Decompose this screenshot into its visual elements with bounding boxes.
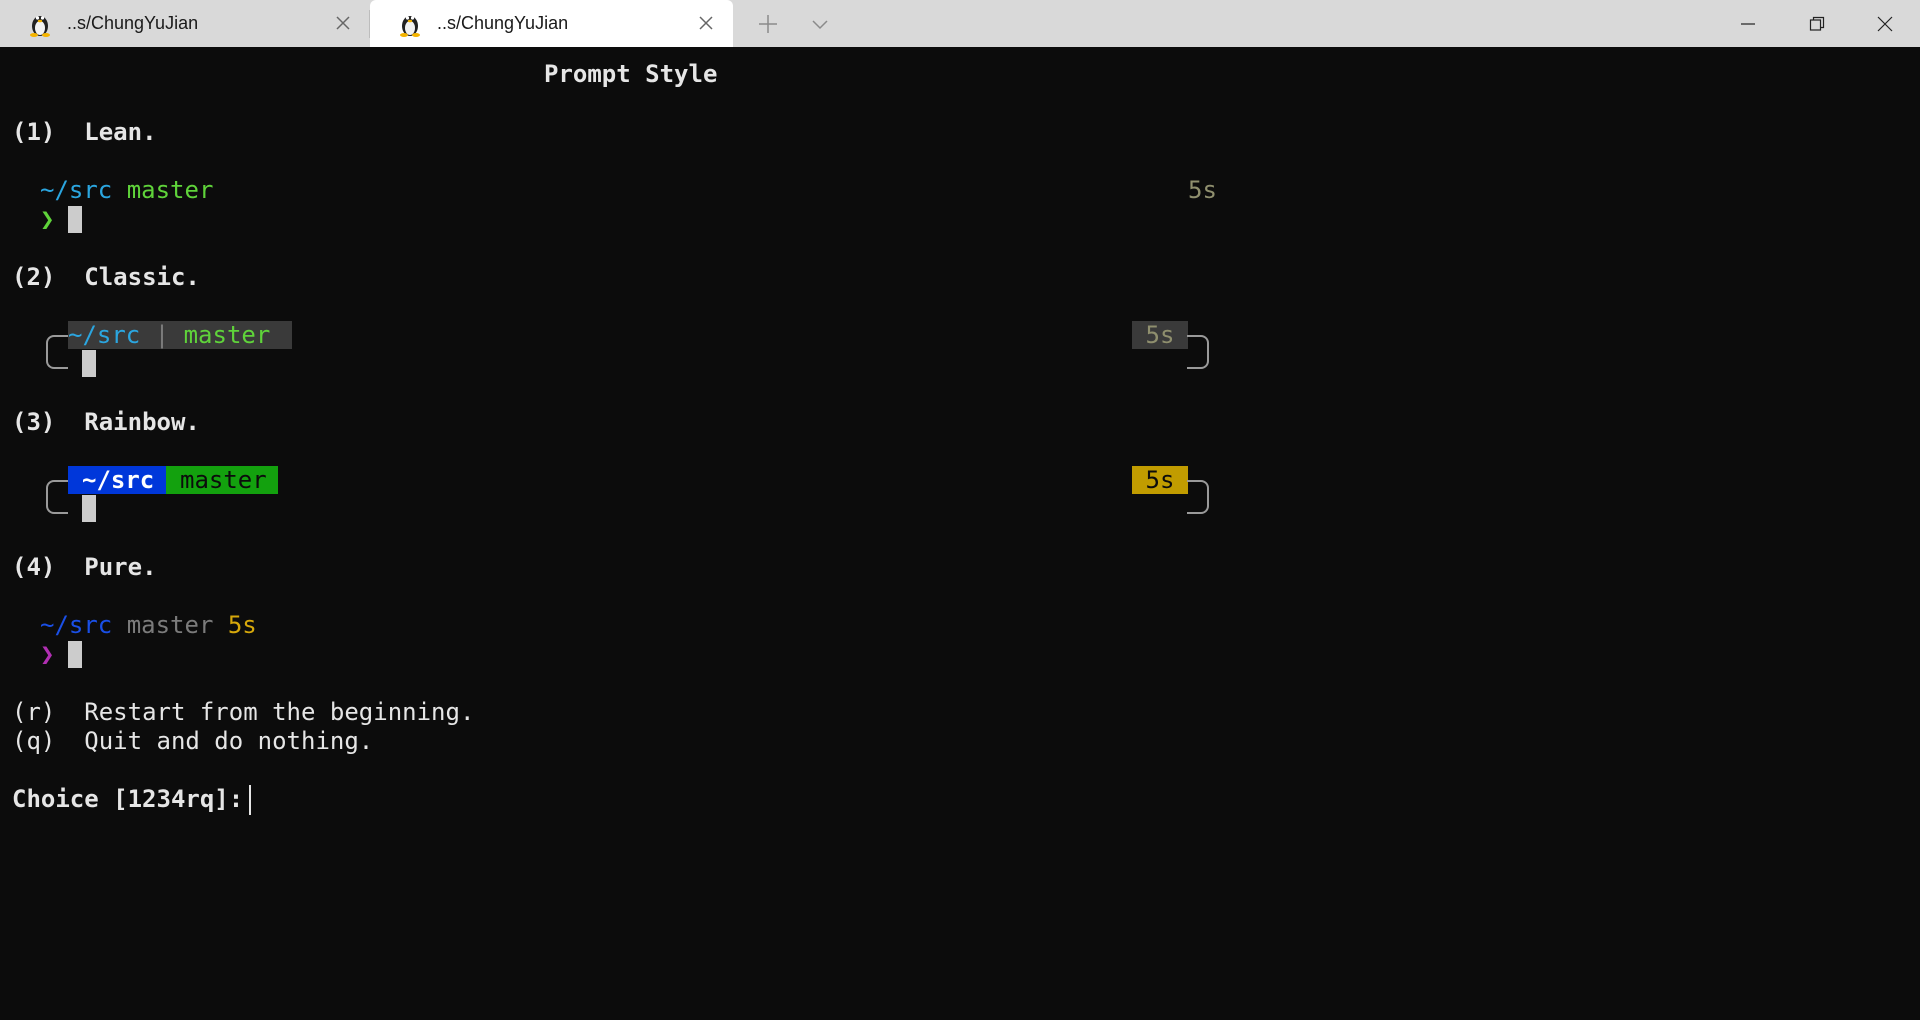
block-cursor: [68, 641, 82, 668]
option-label: Lean.: [84, 118, 157, 146]
restore-button[interactable]: [1782, 0, 1852, 47]
classic-bracket-right: [1187, 335, 1209, 369]
rainbow-dir: ~/src: [68, 466, 166, 494]
block-cursor: [68, 206, 82, 233]
new-tab-icon[interactable]: [755, 11, 781, 37]
option-1: (1) Lean.: [12, 118, 157, 147]
classic-separator: |: [154, 321, 170, 349]
option-key: (2): [12, 263, 56, 291]
option-2: (2) Classic.: [12, 263, 200, 292]
rainbow-time: 5s: [1132, 466, 1188, 494]
pure-time: 5s: [227, 611, 257, 639]
close-icon: [1877, 16, 1893, 31]
classic-dir: ~/src: [68, 321, 141, 349]
option-3: (3) Rainbow.: [12, 408, 200, 437]
lean-prompt-line: ~/src master: [40, 176, 213, 205]
page-title: Prompt Style: [544, 60, 718, 88]
close-window-button[interactable]: [1850, 0, 1920, 47]
terminal-area[interactable]: Prompt Style (1) Lean. ~/src master 5s ❯…: [0, 47, 1920, 1020]
restore-icon: [1809, 16, 1825, 31]
lean-branch: master: [126, 176, 214, 204]
classic-prompt-segment: ~/src | master: [68, 321, 292, 349]
rainbow-branch: master: [166, 466, 278, 494]
lean-prompt-char: ❯: [40, 205, 55, 233]
tab-dropdown-icon[interactable]: [807, 11, 833, 37]
linux-tux-icon: [30, 16, 50, 37]
classic-bracket-left: [46, 335, 68, 369]
block-cursor: [82, 495, 96, 522]
pure-branch: master: [126, 611, 214, 639]
option-key: (4): [12, 553, 56, 581]
close-tab-icon[interactable]: [332, 12, 354, 34]
option-label: Classic.: [84, 263, 200, 291]
input-caret[interactable]: [249, 785, 251, 815]
option-quit: (q) Quit and do nothing.: [12, 727, 373, 756]
tab-title: ..s/ChungYuJian: [67, 13, 199, 33]
option-label: Rainbow.: [84, 408, 200, 436]
option-key: (3): [12, 408, 56, 436]
choice-prompt: Choice [1234rq]:: [12, 785, 244, 813]
option-label: Pure.: [84, 553, 157, 581]
pure-dir: ~/src: [40, 611, 113, 639]
option-key: (1): [12, 118, 56, 146]
minimize-button[interactable]: [1713, 0, 1783, 47]
rainbow-bracket-left: [46, 480, 68, 514]
option-key: (r): [12, 698, 56, 726]
tab-1[interactable]: ..s/ChungYuJian: [0, 0, 370, 47]
linux-tux-icon: [400, 16, 420, 37]
pure-prompt-line: ~/src master 5s: [40, 611, 257, 640]
rainbow-bracket-right: [1187, 480, 1209, 514]
option-4: (4) Pure.: [12, 553, 157, 582]
minimize-icon: [1741, 22, 1755, 25]
tab-title: ..s/ChungYuJian: [437, 13, 569, 33]
option-key: (q): [12, 727, 56, 755]
classic-time: 5s: [1132, 321, 1188, 349]
option-restart: (r) Restart from the beginning.: [12, 698, 474, 727]
close-tab-icon[interactable]: [695, 12, 717, 34]
lean-dir: ~/src: [40, 176, 113, 204]
lean-time: 5s: [1188, 176, 1217, 204]
option-label: Restart from the beginning.: [84, 698, 475, 726]
tab-2-active[interactable]: ..s/ChungYuJian: [370, 0, 733, 47]
pure-prompt-char: ❯: [40, 640, 55, 668]
classic-branch: master: [183, 321, 271, 349]
block-cursor: [82, 350, 96, 377]
title-bar: ..s/ChungYuJian ..s/ChungYuJian: [0, 0, 1920, 47]
option-label: Quit and do nothing.: [84, 727, 374, 755]
